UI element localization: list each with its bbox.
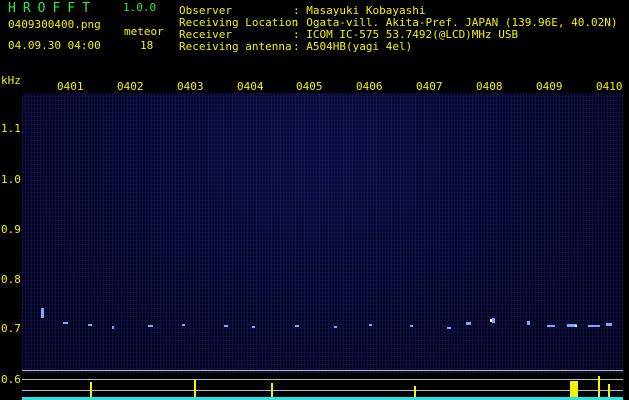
antenna-value: : A504HB(yagi 4el) [293, 40, 413, 53]
spectrogram-traces [41, 308, 612, 329]
antenna-label: Receiving antenna [179, 40, 292, 53]
x-tick-label: 0409 [536, 80, 563, 93]
app-version: 1.0.0 [123, 1, 157, 14]
y-tick-label: 0.9 [1, 223, 21, 236]
x-tick-label: 0405 [296, 80, 323, 93]
x-tick-label: 0404 [237, 80, 264, 93]
x-tick-label: 0407 [416, 80, 443, 93]
x-tick-label: 0410 [596, 80, 623, 93]
x-tick-label: 0401 [57, 80, 84, 93]
x-tick-label: 0408 [476, 80, 503, 93]
y-tick-label: 1.0 [1, 173, 21, 186]
timestamp: 04.09.30 04:00 [8, 39, 101, 52]
x-tick-label: 0406 [356, 80, 383, 93]
app-title: HROFFT [8, 1, 97, 16]
x-tick-label: 0403 [177, 80, 204, 93]
signal-level-traces [22, 376, 623, 400]
lower-panel [22, 370, 623, 400]
y-tick-label: 0.7 [1, 322, 21, 335]
frequency-unit-label: kHz [1, 74, 21, 87]
x-tick-label: 0402 [117, 80, 144, 93]
spectrogram-display [22, 93, 623, 373]
y-tick-label: 1.1 [1, 122, 21, 135]
meteor-count-label: meteor [124, 25, 164, 38]
file-name: 0409300400.png [8, 18, 101, 31]
y-tick-label: 0.6 [1, 373, 21, 386]
meteor-count-value: 18 [140, 39, 154, 52]
y-tick-label: 0.8 [1, 273, 21, 286]
